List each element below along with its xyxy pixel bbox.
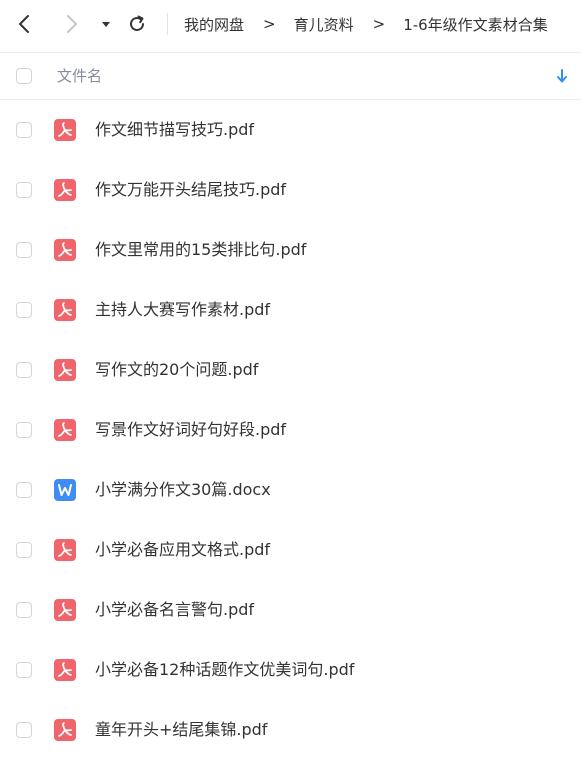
file-row[interactable]: 写作文的20个问题.pdf (0, 340, 581, 400)
pdf-file-icon (53, 538, 77, 562)
file-row-checkbox[interactable] (16, 602, 32, 618)
select-all-checkbox[interactable] (16, 68, 32, 84)
arrow-down-icon[interactable] (555, 68, 569, 84)
breadcrumb-separator: > (372, 15, 386, 33)
chevron-left-icon[interactable] (14, 13, 36, 35)
file-row-checkbox[interactable] (16, 662, 32, 678)
refresh-icon[interactable] (125, 12, 149, 36)
pdf-file-icon (53, 658, 77, 682)
breadcrumb-item-parenting[interactable]: 育儿资料 (294, 14, 354, 35)
word-file-icon (53, 478, 77, 502)
file-name[interactable]: 小学必备12种话题作文优美词句.pdf (95, 659, 354, 681)
file-list-header: 文件名 (0, 52, 581, 100)
file-row[interactable]: 小学必备名言警句.pdf (0, 580, 581, 640)
file-row[interactable]: 童年开头+结尾集锦.pdf (0, 700, 581, 760)
pdf-file-icon (53, 358, 77, 382)
file-row-checkbox[interactable] (16, 542, 32, 558)
file-row-checkbox[interactable] (16, 302, 32, 318)
file-row[interactable]: 小学必备12种话题作文优美词句.pdf (0, 640, 581, 700)
file-row[interactable]: 写景作文好词好句好段.pdf (0, 400, 581, 460)
file-row[interactable]: 小学满分作文30篇.docx (0, 460, 581, 520)
triangle-down-icon[interactable] (99, 17, 113, 31)
file-row-checkbox[interactable] (16, 722, 32, 738)
file-row-checkbox[interactable] (16, 482, 32, 498)
file-row[interactable]: 小学必备应用文格式.pdf (0, 520, 581, 580)
file-name[interactable]: 小学必备应用文格式.pdf (95, 539, 270, 561)
file-row[interactable]: 作文里常用的15类排比句.pdf (0, 220, 581, 280)
file-row[interactable]: 作文万能开头结尾技巧.pdf (0, 160, 581, 220)
file-name[interactable]: 写景作文好词好句好段.pdf (95, 419, 286, 441)
file-name[interactable]: 写作文的20个问题.pdf (95, 359, 258, 381)
breadcrumb-separator: > (263, 15, 276, 33)
pdf-file-icon (53, 238, 77, 262)
file-name[interactable]: 小学满分作文30篇.docx (95, 479, 271, 501)
file-row-checkbox[interactable] (16, 422, 32, 438)
pdf-file-icon (53, 418, 77, 442)
file-row[interactable]: 作文细节描写技巧.pdf (0, 100, 581, 160)
file-name[interactable]: 作文万能开头结尾技巧.pdf (95, 179, 286, 201)
file-row-checkbox[interactable] (16, 122, 32, 138)
file-name[interactable]: 童年开头+结尾集锦.pdf (95, 719, 267, 741)
breadcrumb: 我的网盘 > 育儿资料 > 1-6年级作文素材合集 (184, 12, 548, 36)
file-row-checkbox[interactable] (16, 182, 32, 198)
pdf-file-icon (53, 598, 77, 622)
file-name[interactable]: 作文细节描写技巧.pdf (95, 119, 254, 141)
column-header-filename[interactable]: 文件名 (57, 65, 102, 86)
file-row-checkbox[interactable] (16, 362, 32, 378)
top-navigation-bar: 我的网盘 > 育儿资料 > 1-6年级作文素材合集 (0, 0, 581, 50)
chevron-right-icon[interactable] (60, 13, 82, 35)
file-row[interactable]: 主持人大赛写作素材.pdf (0, 280, 581, 340)
pdf-file-icon (53, 298, 77, 322)
toolbar-divider (167, 13, 168, 35)
breadcrumb-item-my-drive[interactable]: 我的网盘 (184, 14, 244, 35)
pdf-file-icon (53, 718, 77, 742)
pdf-file-icon (53, 178, 77, 202)
file-name[interactable]: 作文里常用的15类排比句.pdf (95, 239, 306, 261)
file-name[interactable]: 主持人大赛写作素材.pdf (95, 299, 270, 321)
file-name[interactable]: 小学必备名言警句.pdf (95, 599, 254, 621)
pdf-file-icon (53, 118, 77, 142)
breadcrumb-item-current-folder[interactable]: 1-6年级作文素材合集 (403, 14, 548, 35)
file-row-checkbox[interactable] (16, 242, 32, 258)
